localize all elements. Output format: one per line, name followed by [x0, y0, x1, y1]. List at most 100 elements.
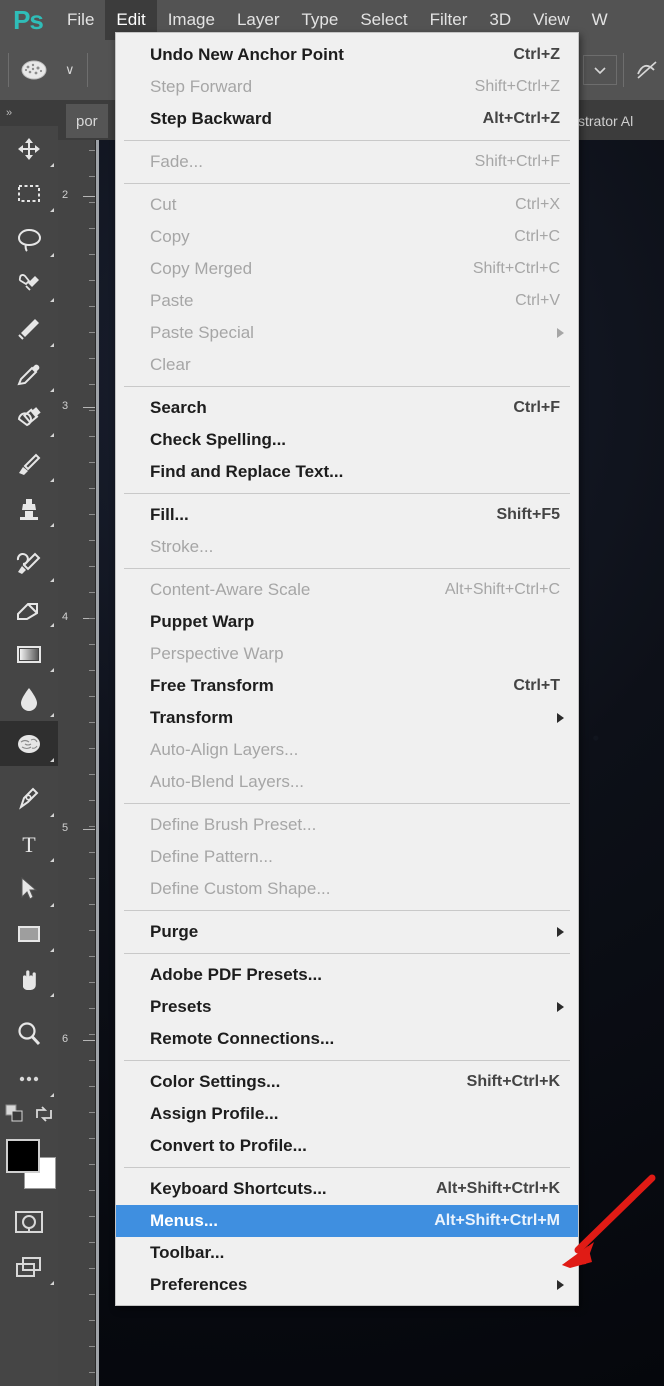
- rectangular-marquee-tool[interactable]: [0, 171, 58, 216]
- menubar-item-file[interactable]: File: [56, 0, 105, 40]
- menu-item-label: Menus...: [150, 1211, 219, 1230]
- menu-item-keyboard-shortcuts[interactable]: Keyboard Shortcuts... Alt+Shift+Ctrl+K: [116, 1173, 578, 1205]
- history-brush-tool[interactable]: [0, 541, 58, 586]
- symmetry-icon[interactable]: [630, 55, 664, 85]
- ruler-tick-minor: [89, 618, 95, 619]
- quick-selection-tool[interactable]: [0, 261, 58, 306]
- tools-panel-collapse-handle[interactable]: »: [0, 100, 58, 126]
- menu-item-label: Define Custom Shape...: [150, 879, 331, 898]
- menu-item-label: Toolbar...: [150, 1243, 225, 1262]
- rectangle-tool[interactable]: [0, 911, 58, 956]
- menu-separator: [124, 568, 570, 569]
- spot-healing-brush-tool[interactable]: [0, 396, 58, 441]
- canvas-left-edge: [96, 140, 99, 1386]
- pen-tool[interactable]: [0, 776, 58, 821]
- crop-tool[interactable]: [0, 306, 58, 351]
- menu-item-assign-profile[interactable]: Assign Profile...: [116, 1098, 578, 1130]
- menu-item-find-and-replace-text[interactable]: Find and Replace Text...: [116, 456, 578, 488]
- gradient-tool[interactable]: [0, 631, 58, 676]
- tool-group-indicator-icon: [50, 1093, 54, 1097]
- tools-group-separator: [0, 766, 58, 776]
- menu-item-purge[interactable]: Purge: [116, 916, 578, 948]
- menu-item-label: Check Spelling...: [150, 430, 287, 449]
- submenu-arrow-icon: [557, 713, 564, 723]
- ruler-tick-minor: [89, 358, 95, 359]
- move-tool[interactable]: [0, 126, 58, 171]
- menu-item-define-pattern: Define Pattern...: [116, 841, 578, 873]
- menu-item-check-spelling[interactable]: Check Spelling...: [116, 424, 578, 456]
- menu-item-shortcut: Ctrl+F: [513, 399, 560, 416]
- menu-item-label: Free Transform: [150, 676, 274, 695]
- brush-preset-icon[interactable]: [15, 53, 53, 87]
- menu-item-presets[interactable]: Presets: [116, 991, 578, 1023]
- menu-item-toolbar[interactable]: Toolbar...: [116, 1237, 578, 1269]
- path-selection-tool[interactable]: [0, 866, 58, 911]
- ruler-tick-minor: [89, 1320, 95, 1321]
- menu-item-transform[interactable]: Transform: [116, 702, 578, 734]
- menu-item-label: Paste Special: [150, 323, 254, 342]
- menubar-item-w[interactable]: W: [581, 0, 619, 40]
- dodge-tool[interactable]: [0, 721, 58, 766]
- hand-tool[interactable]: [0, 956, 58, 1001]
- brush-tool[interactable]: [0, 441, 58, 486]
- ruler-tick-major: [83, 1040, 95, 1041]
- eraser-tool[interactable]: [0, 586, 58, 631]
- foreground-color-swatch[interactable]: [6, 1139, 40, 1173]
- menu-item-shortcut: Ctrl+X: [515, 196, 560, 213]
- ruler-tick-minor: [89, 332, 95, 333]
- default-colors-icon[interactable]: [5, 1104, 25, 1129]
- brush-preset-chevron-down-icon[interactable]: ∨: [59, 62, 81, 78]
- menu-item-preferences[interactable]: Preferences: [116, 1269, 578, 1301]
- horizontal-type-tool[interactable]: T: [0, 821, 58, 866]
- menu-item-label: Fill...: [150, 505, 189, 524]
- submenu-arrow-icon: [557, 1280, 564, 1290]
- options-dropdown-chevron-down-icon[interactable]: [583, 55, 617, 85]
- menu-item-remote-connections[interactable]: Remote Connections...: [116, 1023, 578, 1055]
- menu-item-label: Transform: [150, 708, 234, 727]
- menu-item-step-backward[interactable]: Step Backward Alt+Ctrl+Z: [116, 103, 578, 135]
- menu-item-cut: Cut Ctrl+X: [116, 189, 578, 221]
- lasso-tool[interactable]: [0, 216, 58, 261]
- menu-item-convert-to-profile[interactable]: Convert to Profile...: [116, 1130, 578, 1162]
- ruler-tick-minor: [89, 202, 95, 203]
- menu-item-adobe-pdf-presets[interactable]: Adobe PDF Presets...: [116, 959, 578, 991]
- submenu-arrow-icon: [557, 927, 564, 937]
- menu-item-label: Remote Connections...: [150, 1029, 335, 1048]
- zoom-tool[interactable]: [0, 1011, 58, 1056]
- menu-item-fill[interactable]: Fill... Shift+F5: [116, 499, 578, 531]
- ruler-tick-minor: [89, 852, 95, 853]
- tool-group-indicator-icon: [50, 903, 54, 907]
- tool-group-indicator-icon: [50, 253, 54, 257]
- ruler-tick-minor: [89, 540, 95, 541]
- blur-tool[interactable]: [0, 676, 58, 721]
- ruler-tick-minor: [89, 1190, 95, 1191]
- menu-item-stroke: Stroke...: [116, 531, 578, 563]
- edit-dropdown-menu: Undo New Anchor Point Ctrl+Z Step Forward S…: [115, 32, 579, 1306]
- ruler-tick-minor: [89, 1008, 95, 1009]
- menu-item-label: Define Brush Preset...: [150, 815, 317, 834]
- menu-item-puppet-warp[interactable]: Puppet Warp: [116, 606, 578, 638]
- quick-mask-mode-icon[interactable]: [0, 1199, 58, 1244]
- ruler-tick-minor: [89, 722, 95, 723]
- eyedropper-tool[interactable]: [0, 351, 58, 396]
- menu-item-label: Color Settings...: [150, 1072, 281, 1091]
- swap-colors-icon[interactable]: [34, 1104, 54, 1129]
- menu-item-color-settings[interactable]: Color Settings... Shift+Ctrl+K: [116, 1066, 578, 1098]
- menu-item-search[interactable]: Search Ctrl+F: [116, 392, 578, 424]
- screen-mode-icon[interactable]: [0, 1244, 58, 1289]
- clone-stamp-tool[interactable]: [0, 486, 58, 531]
- edit-toolbar-tool[interactable]: [0, 1056, 58, 1101]
- menu-item-auto-blend-layers: Auto-Blend Layers...: [116, 766, 578, 798]
- ruler-tick-minor: [89, 384, 95, 385]
- tool-group-indicator-icon: [50, 433, 54, 437]
- vertical-ruler[interactable]: 2 3 4 5 6: [58, 140, 96, 1386]
- menu-item-shortcut: Alt+Shift+Ctrl+C: [444, 581, 560, 598]
- menu-item-menus[interactable]: Menus... Alt+Shift+Ctrl+M: [116, 1205, 578, 1237]
- ruler-tick-minor: [89, 956, 95, 957]
- document-tab[interactable]: por: [66, 104, 108, 138]
- menu-item-undo-new-anchor-point[interactable]: Undo New Anchor Point Ctrl+Z: [116, 39, 578, 71]
- menu-item-free-transform[interactable]: Free Transform Ctrl+T: [116, 670, 578, 702]
- menu-item-label: Undo New Anchor Point: [150, 45, 344, 64]
- menu-item-shortcut: Ctrl+V: [515, 292, 560, 309]
- menu-item-shortcut: Ctrl+T: [513, 677, 560, 694]
